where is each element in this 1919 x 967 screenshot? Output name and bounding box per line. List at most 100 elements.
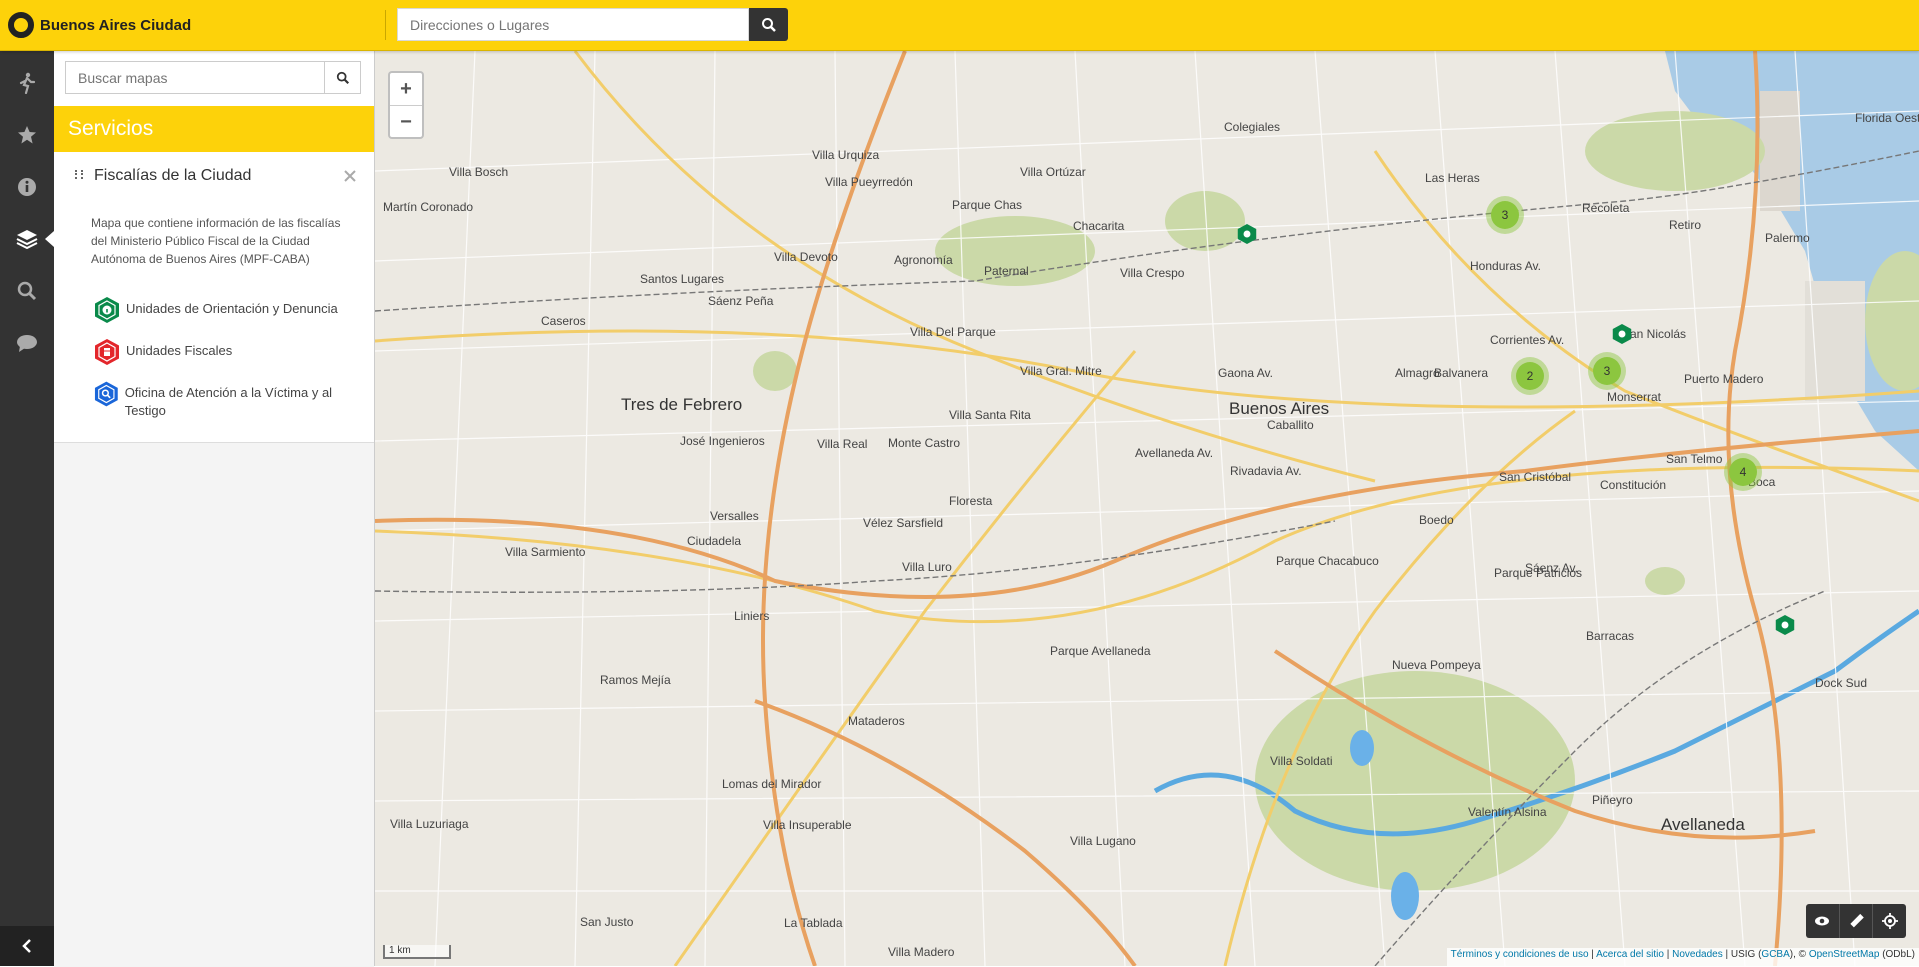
star-icon <box>18 126 36 144</box>
osm-link[interactable]: OpenStreetMap <box>1809 949 1880 960</box>
map-label: Liniers <box>734 609 770 623</box>
map-label: Parque Avellaneda <box>1050 644 1151 658</box>
map-label: Valentín Alsina <box>1468 805 1547 819</box>
map-label: Villa Santa Rita <box>949 408 1031 422</box>
map-label: Paternal <box>984 264 1029 278</box>
odbl-text: (ODbL) <box>1882 949 1915 960</box>
map-label: Piñeyro <box>1592 793 1633 807</box>
map-label: Chacarita <box>1073 219 1125 233</box>
ba-logo-icon <box>8 12 34 38</box>
map-label: Villa Crespo <box>1120 266 1185 280</box>
chat-bubble-icon <box>17 335 37 352</box>
map-label: Villa Sarmiento <box>505 545 586 559</box>
map-search-input[interactable] <box>65 61 328 94</box>
map-cluster-marker[interactable]: 3 <box>1491 201 1519 229</box>
panel-empty-area <box>54 442 374 967</box>
usig-text: USIG <box>1730 949 1756 960</box>
fiscal-unit-icon <box>95 339 119 365</box>
visibility-button[interactable] <box>1806 904 1840 938</box>
map-label: Palermo <box>1765 231 1810 245</box>
map-label: Versalles <box>710 509 759 523</box>
rail-info[interactable] <box>0 161 54 213</box>
terms-link[interactable]: Términos y condiciones de uso <box>1451 949 1589 960</box>
locate-button[interactable] <box>1873 904 1906 938</box>
ruler-icon <box>1850 913 1864 928</box>
map-label: La Tablada <box>784 916 843 930</box>
rail-comments[interactable] <box>0 317 54 369</box>
map-label: Villa Devoto <box>774 250 838 264</box>
close-icon <box>344 170 356 182</box>
map-label: Avellaneda <box>1661 815 1745 834</box>
layers-panel: Servicios Fiscalías de la Ciudad Mapa qu… <box>54 51 375 967</box>
map-canvas[interactable]: Villa Urquiza Colegiales Villa Ortúzar V… <box>375 51 1919 966</box>
about-link[interactable]: Acerca del sitio <box>1596 949 1664 960</box>
zoom-control: + − <box>388 71 424 139</box>
search-icon <box>17 281 37 301</box>
map-label: Barracas <box>1586 629 1635 643</box>
map-cluster-marker[interactable]: 3 <box>1593 357 1621 385</box>
info-icon <box>18 178 36 196</box>
map-label: Floresta <box>949 494 993 508</box>
address-search-input[interactable] <box>397 8 749 41</box>
locate-icon <box>1881 913 1898 929</box>
map-label: Monserrat <box>1607 390 1662 404</box>
map-label: Dock Sud <box>1815 676 1868 690</box>
map-label: Monte Castro <box>888 436 961 450</box>
map-label: Avellaneda Av. <box>1135 446 1214 460</box>
legend-item: Unidades de Orientación y Denuncia <box>94 296 364 324</box>
measure-button[interactable] <box>1840 904 1874 938</box>
map-label: Sáenz Av. <box>1525 561 1578 575</box>
rail-favorites[interactable] <box>0 109 54 161</box>
map-label: Lomas del Mirador <box>722 777 822 791</box>
map-label: Villa Gral. Mitre <box>1020 364 1102 378</box>
map-label: Villa Lugano <box>1070 834 1136 848</box>
rail-search[interactable] <box>0 265 54 317</box>
address-search-button[interactable] <box>749 8 788 41</box>
map-label: Nueva Pompeya <box>1392 658 1481 672</box>
map-label: Mataderos <box>848 714 905 728</box>
layer-title: Fiscalías de la Ciudad <box>94 167 252 184</box>
map-label: Boedo <box>1419 513 1454 527</box>
map-label: José Ingenieros <box>680 434 765 448</box>
gcba-link[interactable]: GCBA <box>1761 949 1789 960</box>
remove-layer-button[interactable] <box>344 165 356 188</box>
chevron-left-icon <box>22 939 31 953</box>
map-label: Parque Chas <box>952 198 1023 212</box>
orientation-unit-marker-icon[interactable] <box>1612 323 1632 345</box>
map-label: Martín Coronado <box>383 200 474 214</box>
map-cluster-marker[interactable]: 2 <box>1516 362 1544 390</box>
map-tools <box>1806 904 1906 938</box>
map-label: Sáenz Peña <box>708 294 774 308</box>
map-label: Vélez Sarsfield <box>863 516 944 530</box>
rail-walking[interactable] <box>0 57 54 109</box>
collapse-panel-button[interactable] <box>0 926 54 966</box>
drag-handle-icon[interactable] <box>75 170 83 179</box>
zoom-out-button[interactable]: − <box>390 106 422 138</box>
map-label: Florida Oeste <box>1855 111 1919 125</box>
legend-label: Unidades de Orientación y Denuncia <box>126 301 338 316</box>
site-logo[interactable]: Buenos Aires Ciudad <box>8 12 192 38</box>
orientation-unit-marker-icon[interactable] <box>1237 223 1257 245</box>
map-label: Villa Real <box>817 437 868 451</box>
layers-icon <box>16 230 38 249</box>
map-label: Santos Lugares <box>640 272 725 286</box>
map-label: Villa Madero <box>888 945 955 959</box>
rail-layers[interactable] <box>0 213 54 265</box>
map-label: Ramos Mejía <box>600 673 671 687</box>
map-label: Villa Soldati <box>1270 754 1333 768</box>
map-label: Honduras Av. <box>1470 259 1541 273</box>
walking-icon <box>19 72 36 94</box>
news-link[interactable]: Novedades <box>1672 949 1723 960</box>
map-label: San Telmo <box>1666 452 1723 466</box>
orientation-unit-marker-icon[interactable] <box>1775 614 1795 636</box>
map-label: Villa Luro <box>902 560 952 574</box>
map-search-button[interactable] <box>324 61 361 94</box>
map-label: Buenos Aires <box>1229 399 1330 418</box>
map-label: Puerto Madero <box>1684 372 1764 386</box>
zoom-in-button[interactable]: + <box>390 73 422 106</box>
map-label: Balvanera <box>1434 366 1489 380</box>
map-label: Caseros <box>541 314 586 328</box>
map-cluster-marker[interactable]: 4 <box>1729 458 1757 486</box>
map-label: Rivadavia Av. <box>1230 464 1302 478</box>
logo-text: Buenos Aires Ciudad <box>40 16 192 34</box>
